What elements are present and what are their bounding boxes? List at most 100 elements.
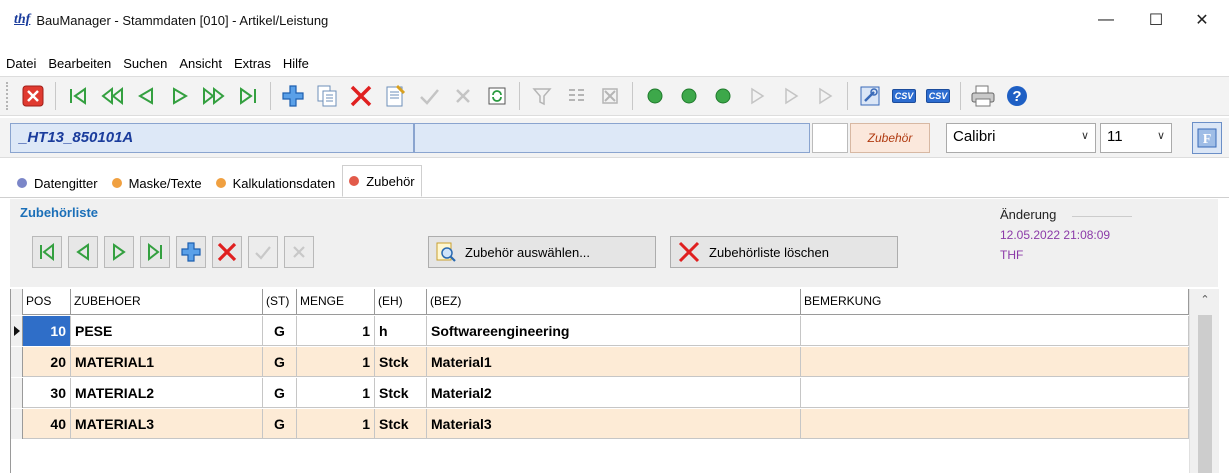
cell-bemerkung[interactable] [801, 316, 1189, 346]
cell-bemerkung[interactable] [801, 378, 1189, 408]
copy-icon[interactable] [312, 81, 342, 111]
minimize-button[interactable]: — [1083, 0, 1129, 40]
cell-menge[interactable]: 1 [297, 409, 375, 439]
delete-item-button[interactable] [212, 236, 242, 268]
menu-datei[interactable]: Datei [0, 56, 42, 71]
play-disabled-icon[interactable] [776, 81, 806, 111]
format-button[interactable]: F [1192, 122, 1222, 154]
column-header-eh[interactable]: (EH) [375, 289, 427, 315]
cell-st[interactable]: G [263, 347, 297, 377]
column-header-pos[interactable]: POS [23, 289, 71, 315]
csv-import-icon[interactable]: CSV [923, 81, 953, 111]
edit-document-icon[interactable] [380, 81, 410, 111]
play-disabled-icon[interactable] [742, 81, 772, 111]
cell-bemerkung[interactable] [801, 347, 1189, 377]
tab-zubehoer[interactable]: Zubehör [342, 165, 422, 197]
first-item-button[interactable] [32, 236, 62, 268]
maximize-button[interactable]: ☐ [1133, 0, 1179, 40]
cell-eh[interactable]: h [375, 316, 427, 346]
page-forward-icon[interactable] [199, 81, 229, 111]
table-row[interactable]: 10 PESE G 1 h Softwareengineering [11, 316, 1189, 346]
table-row[interactable]: 20 MATERIAL1 G 1 Stck Material1 [11, 347, 1189, 377]
play-disabled-icon[interactable] [810, 81, 840, 111]
chevron-down-icon[interactable]: ∨ [1157, 129, 1165, 142]
csv-export-icon[interactable]: CSV [889, 81, 919, 111]
cell-bez[interactable]: Material3 [427, 409, 801, 439]
cell-menge[interactable]: 1 [297, 347, 375, 377]
confirm-item-button[interactable] [248, 236, 278, 268]
cell-bez[interactable]: Softwareengineering [427, 316, 801, 346]
group-icon[interactable] [561, 81, 591, 111]
font-family-select[interactable]: Calibri ∨ [946, 123, 1096, 153]
menu-suchen[interactable]: Suchen [117, 56, 173, 71]
toolbar-grip[interactable] [6, 82, 10, 110]
clear-filter-icon[interactable] [595, 81, 625, 111]
cell-eh[interactable]: Stck [375, 409, 427, 439]
page-back-icon[interactable] [97, 81, 127, 111]
cell-pos[interactable]: 30 [23, 378, 71, 408]
tab-datengitter[interactable]: Datengitter [10, 169, 105, 197]
cell-st[interactable]: G [263, 316, 297, 346]
cell-menge[interactable]: 1 [297, 316, 375, 346]
close-window-button[interactable]: ✕ [1179, 0, 1225, 40]
menu-extras[interactable]: Extras [228, 56, 277, 71]
confirm-icon[interactable] [414, 81, 444, 111]
cell-zubehoer[interactable]: MATERIAL2 [71, 378, 263, 408]
menu-ansicht[interactable]: Ansicht [173, 56, 228, 71]
chevron-down-icon[interactable]: ∨ [1081, 129, 1089, 142]
status-green-icon[interactable] [674, 81, 704, 111]
vertical-scrollbar[interactable]: ⌃ [1189, 289, 1219, 473]
tab-maske-texte[interactable]: Maske/Texte [105, 169, 209, 197]
column-header-bemerkung[interactable]: BEMERKUNG [801, 289, 1189, 315]
status-green-icon[interactable] [640, 81, 670, 111]
cell-zubehoer[interactable]: MATERIAL1 [71, 347, 263, 377]
cell-pos[interactable]: 20 [23, 347, 71, 377]
cell-pos[interactable]: 10 [23, 316, 71, 346]
add-item-button[interactable] [176, 236, 206, 268]
delete-icon[interactable] [346, 81, 376, 111]
cell-eh[interactable]: Stck [375, 378, 427, 408]
add-icon[interactable] [278, 81, 308, 111]
menu-bearbeiten[interactable]: Bearbeiten [42, 56, 117, 71]
cell-bez[interactable]: Material1 [427, 347, 801, 377]
column-header-menge[interactable]: MENGE [297, 289, 375, 315]
column-header-bez[interactable]: (BEZ) [427, 289, 801, 315]
last-item-button[interactable] [140, 236, 170, 268]
cell-eh[interactable]: Stck [375, 347, 427, 377]
cell-zubehoer[interactable]: MATERIAL3 [71, 409, 263, 439]
filter-icon[interactable] [527, 81, 557, 111]
cell-st[interactable]: G [263, 378, 297, 408]
select-accessory-button[interactable]: Zubehör auswählen... [428, 236, 656, 268]
settings-icon[interactable] [855, 81, 885, 111]
print-icon[interactable] [968, 81, 998, 111]
cell-menge[interactable]: 1 [297, 378, 375, 408]
first-record-icon[interactable] [63, 81, 93, 111]
tab-kalkulationsdaten[interactable]: Kalkulationsdaten [209, 169, 343, 197]
status-green-icon[interactable] [708, 81, 738, 111]
next-record-icon[interactable] [165, 81, 195, 111]
record-description-field[interactable] [414, 123, 810, 153]
table-row[interactable]: 40 MATERIAL3 G 1 Stck Material3 [11, 409, 1189, 439]
column-header-zubehoer[interactable]: ZUBEHOER [71, 289, 263, 315]
prev-record-icon[interactable] [131, 81, 161, 111]
table-row[interactable]: 30 MATERIAL2 G 1 Stck Material2 [11, 378, 1189, 408]
scroll-thumb[interactable] [1198, 315, 1212, 473]
record-flag-field[interactable] [812, 123, 848, 153]
font-size-select[interactable]: 11 ∨ [1100, 123, 1172, 153]
cell-bemerkung[interactable] [801, 409, 1189, 439]
exit-icon[interactable] [18, 81, 48, 111]
cancel-icon[interactable] [448, 81, 478, 111]
scroll-up-icon[interactable]: ⌃ [1190, 293, 1220, 307]
last-record-icon[interactable] [233, 81, 263, 111]
cell-st[interactable]: G [263, 409, 297, 439]
column-header-st[interactable]: (ST) [263, 289, 297, 315]
cancel-item-button[interactable] [284, 236, 314, 268]
cell-bez[interactable]: Material2 [427, 378, 801, 408]
cell-pos[interactable]: 40 [23, 409, 71, 439]
help-icon[interactable]: ? [1002, 81, 1032, 111]
menu-hilfe[interactable]: Hilfe [277, 56, 315, 71]
clear-accessory-list-button[interactable]: Zubehörliste löschen [670, 236, 898, 268]
refresh-icon[interactable] [482, 81, 512, 111]
record-code-field[interactable]: _HT13_850101A [10, 123, 414, 153]
next-item-button[interactable] [104, 236, 134, 268]
